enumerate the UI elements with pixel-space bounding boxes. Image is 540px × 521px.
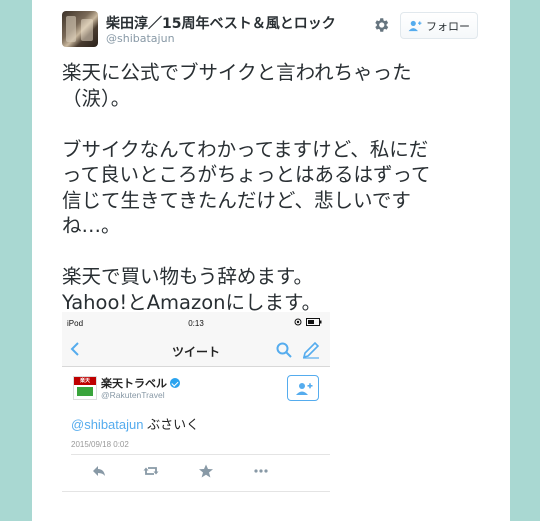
display-name[interactable]: 柴田淳／15周年ベスト＆風とロック: [106, 13, 336, 33]
status-icons: [294, 318, 322, 326]
inner-follow-button[interactable]: [287, 375, 319, 401]
verified-icon: [170, 378, 180, 388]
status-time: 0:13: [188, 319, 204, 328]
tweet-card: 柴田淳／15周年ベスト＆風とロック @shibatajun フォロー 楽天に公式…: [32, 0, 510, 521]
tweet-line: って良いところがちょっとはあるはずって: [62, 163, 431, 186]
tweet-line: 楽天で買い物もう辞めます。: [62, 265, 313, 288]
compose-icon[interactable]: [302, 341, 320, 359]
follow-person-icon: [296, 383, 313, 395]
embedded-date: 2015/09/18 0:02: [71, 440, 129, 449]
nav-bar: ツイート: [62, 334, 330, 367]
retweet-icon[interactable]: [143, 463, 159, 479]
battery-icon: [306, 318, 322, 326]
account-name[interactable]: 楽天トラベル: [101, 375, 180, 391]
follow-label: フォロー: [426, 19, 470, 33]
lock-rotation-icon: [294, 318, 302, 326]
avatar[interactable]: [62, 11, 98, 47]
reply-icon[interactable]: [91, 463, 107, 479]
tweet-line: 楽天に公式でブサイクと言われちゃった: [62, 61, 412, 84]
account-handle[interactable]: @RakutenTravel: [101, 390, 165, 400]
search-icon[interactable]: [276, 342, 292, 358]
action-bar: [62, 461, 330, 483]
screen-name[interactable]: @shibatajun: [106, 32, 175, 45]
divider: [71, 454, 330, 455]
divider: [62, 491, 330, 492]
embedded-message: ぶさいく: [143, 417, 200, 432]
tweet-line: ね…。: [62, 214, 121, 237]
embedded-tweet: 楽天 楽天トラベル @RakutenTravel @shibatajun ぶさい…: [62, 367, 330, 521]
embedded-tweet-text: @shibatajun ぶさいく: [71, 414, 199, 433]
gear-icon[interactable]: [372, 16, 390, 34]
embedded-screenshot[interactable]: iPod 0:13 ツイート 楽天 楽天トラベル @RakutenTravel: [62, 312, 330, 521]
rakuten-logo: 楽天: [73, 376, 97, 400]
tweet-line: ブサイクなんてわかってますけど、私にだ: [62, 137, 429, 161]
favorite-icon[interactable]: [198, 463, 214, 479]
tweet-line: 信じて生きてきたんだけど、悲しいです: [62, 188, 411, 212]
follow-button[interactable]: フォロー: [400, 12, 478, 39]
mention-link[interactable]: @shibatajun: [71, 417, 143, 432]
more-icon[interactable]: [253, 463, 269, 479]
tweet-text: 楽天に公式でブサイクと言われちゃった （涙）。 ブサイクなんてわかってますけど、…: [62, 60, 502, 315]
account-name-text: 楽天トラベル: [101, 378, 167, 390]
rakuten-logo-text: 楽天: [74, 377, 96, 385]
follow-person-icon: [408, 20, 422, 31]
tweet-line: （涙）。: [62, 86, 131, 110]
status-bar: iPod 0:13: [62, 312, 330, 334]
